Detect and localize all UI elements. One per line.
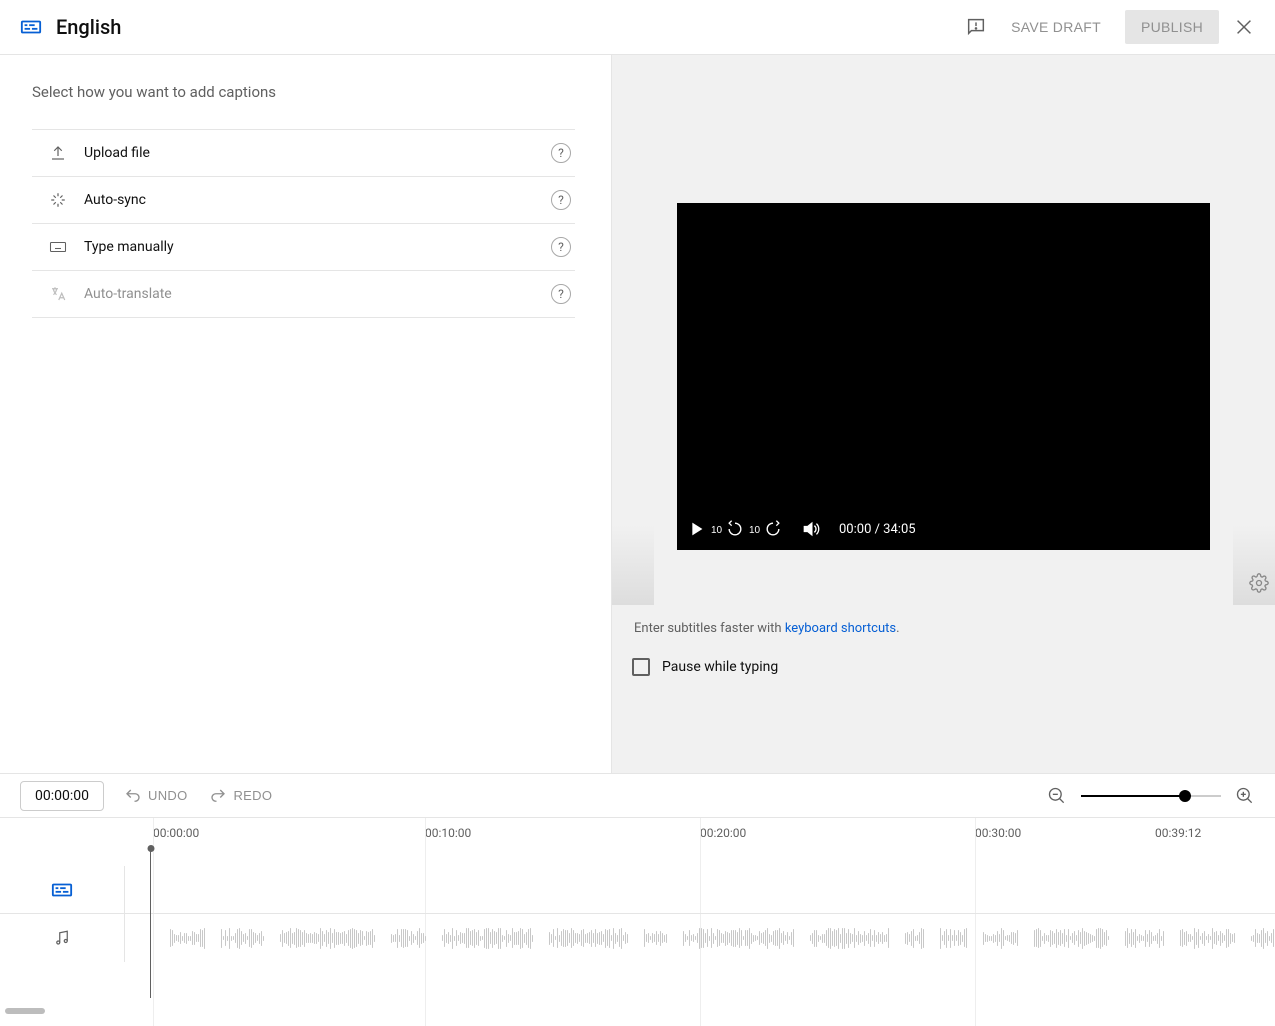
pause-while-typing-label: Pause while typing bbox=[662, 659, 778, 675]
hint-text: Enter subtitles faster with keyboard sho… bbox=[634, 621, 1253, 636]
page-title: English bbox=[56, 15, 121, 39]
caption-options-panel: Select how you want to add captions Uplo… bbox=[0, 55, 612, 773]
audio-lane bbox=[125, 914, 1275, 962]
caption-lane[interactable] bbox=[125, 866, 1275, 914]
keyboard-icon bbox=[48, 238, 68, 256]
sparkle-icon bbox=[48, 191, 68, 209]
option-upload[interactable]: Upload file? bbox=[32, 130, 575, 177]
option-list: Upload file?Auto-sync?Type manually?Auto… bbox=[32, 129, 575, 318]
instructions-text: Select how you want to add captions bbox=[32, 83, 575, 101]
undo-button[interactable]: UNDO bbox=[114, 781, 197, 811]
save-draft-button[interactable]: SAVE DRAFT bbox=[1001, 11, 1111, 43]
rewind-10-button[interactable]: 10 bbox=[725, 519, 745, 539]
help-icon[interactable]: ? bbox=[551, 237, 571, 257]
timecode-input[interactable]: 00:00:00 bbox=[20, 781, 104, 811]
timeline-toolbar: 00:00:00 UNDO REDO bbox=[0, 773, 1275, 817]
feedback-icon[interactable] bbox=[965, 16, 987, 38]
header-bar: English SAVE DRAFT PUBLISH bbox=[0, 0, 1275, 55]
help-icon[interactable]: ? bbox=[551, 190, 571, 210]
ruler-label: 00:39:12 bbox=[1155, 826, 1201, 840]
ruler-label: 00:20:00 bbox=[700, 826, 746, 840]
ruler-label: 00:00:00 bbox=[153, 826, 199, 840]
captions-icon bbox=[20, 16, 42, 38]
publish-button[interactable]: PUBLISH bbox=[1125, 10, 1219, 44]
time-display: 00:00 / 34:05 bbox=[839, 522, 916, 537]
captions-track-icon[interactable] bbox=[0, 866, 124, 914]
ruler-label: 00:30:00 bbox=[975, 826, 1021, 840]
option-sparkle[interactable]: Auto-sync? bbox=[32, 177, 575, 224]
ruler-label: 00:10:00 bbox=[425, 826, 471, 840]
zoom-out-button[interactable] bbox=[1047, 786, 1067, 806]
volume-button[interactable] bbox=[801, 519, 821, 539]
redo-button[interactable]: REDO bbox=[199, 781, 282, 811]
help-icon[interactable]: ? bbox=[551, 143, 571, 163]
scrollbar-thumb[interactable] bbox=[5, 1008, 45, 1014]
option-translate: Auto-translate? bbox=[32, 271, 575, 318]
close-button[interactable] bbox=[1233, 16, 1255, 38]
option-keyboard[interactable]: Type manually? bbox=[32, 224, 575, 271]
play-button[interactable] bbox=[685, 518, 707, 540]
video-frame[interactable]: 10 10 bbox=[677, 203, 1210, 550]
option-label: Type manually bbox=[84, 239, 174, 255]
translate-icon bbox=[48, 285, 68, 303]
forward-10-button[interactable]: 10 bbox=[763, 519, 783, 539]
zoom-slider[interactable] bbox=[1081, 795, 1221, 797]
help-icon[interactable]: ? bbox=[551, 284, 571, 304]
audio-track-icon bbox=[0, 914, 124, 962]
zoom-handle[interactable] bbox=[1179, 790, 1191, 802]
option-label: Auto-sync bbox=[84, 192, 146, 208]
settings-icon[interactable] bbox=[1249, 573, 1269, 597]
timeline[interactable]: 00:00:00 00:10:00 00:20:00 00:30:00 00:39:12 bbox=[0, 817, 1275, 1017]
video-preview-panel: 10 10 bbox=[612, 55, 1275, 773]
playhead[interactable] bbox=[150, 848, 151, 998]
option-label: Upload file bbox=[84, 145, 150, 161]
upload-icon bbox=[48, 144, 68, 162]
pause-while-typing-checkbox[interactable] bbox=[632, 658, 650, 676]
keyboard-shortcuts-link[interactable]: keyboard shortcuts bbox=[785, 621, 896, 636]
option-label: Auto-translate bbox=[84, 286, 172, 302]
timeline-ruler[interactable]: 00:00:00 00:10:00 00:20:00 00:30:00 00:39:12 bbox=[125, 818, 1275, 866]
zoom-in-button[interactable] bbox=[1235, 786, 1255, 806]
